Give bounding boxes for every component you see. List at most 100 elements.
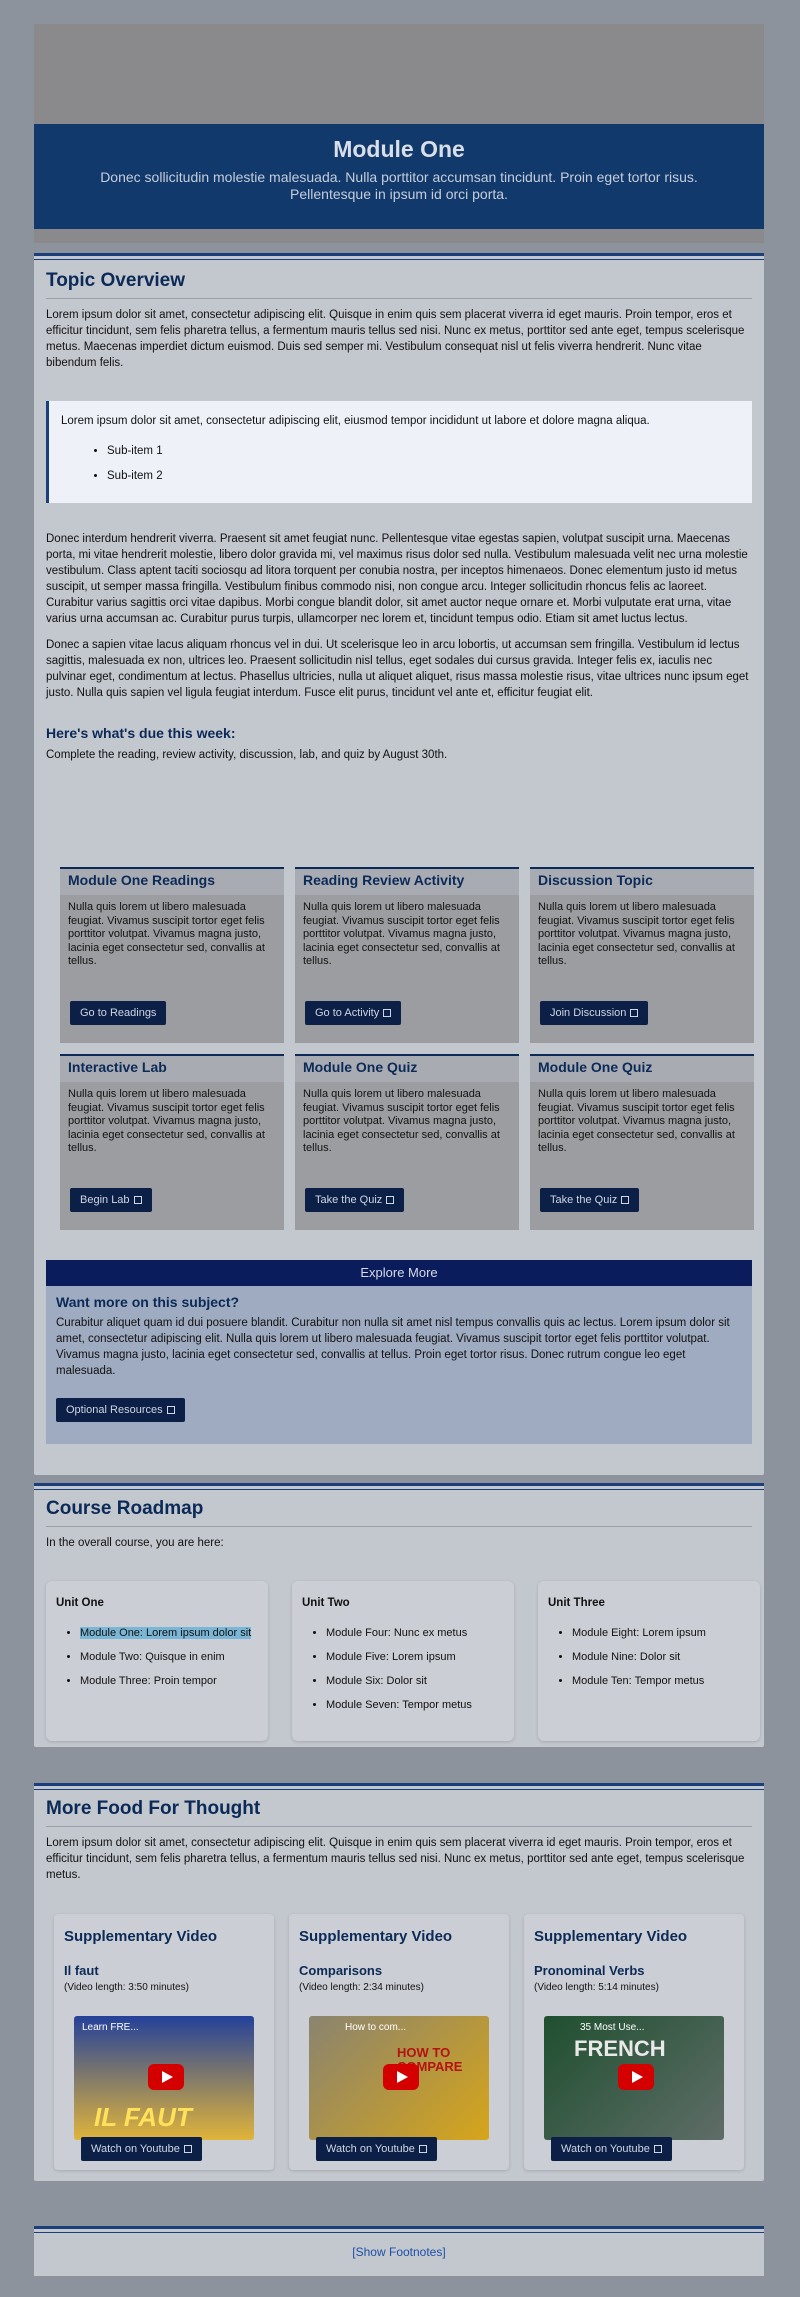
section-heading: Topic Overview [46, 270, 186, 291]
roadmap-intro: In the overall course, you are here: [46, 1537, 224, 1549]
tile-title: Module One Readings [60, 869, 284, 895]
unit-title: Unit One [56, 1597, 104, 1609]
thumbnail-overlay-text: FRENCH [574, 2036, 666, 2061]
external-link-icon [418, 2145, 427, 2153]
unit-card: Unit One Module One: Lorem ipsum dolor s… [46, 1581, 268, 1741]
external-link-icon [383, 1009, 392, 1017]
video-length: (Video length: 3:50 minutes) [64, 1982, 189, 1993]
tile-title: Discussion Topic [530, 869, 754, 895]
unit-card: Unit Two Module Four: Nunc ex metus Modu… [292, 1581, 514, 1741]
tile-body: Nulla quis lorem ut libero malesuada feu… [303, 1088, 500, 1154]
tile-body: Nulla quis lorem ut libero malesuada feu… [68, 1088, 265, 1154]
list-item: Sub-item 1 [107, 439, 740, 464]
tile-title: Interactive Lab [60, 1056, 284, 1082]
go-to-activity-button[interactable]: Go to Activity [305, 1001, 402, 1025]
tile-body: Nulla quis lorem ut libero malesuada feu… [68, 901, 265, 967]
task-tile: Module One Quiz Nulla quis lorem ut libe… [295, 1054, 519, 1230]
tile-title: Reading Review Activity [295, 869, 519, 895]
module-banner: Module One Donec sollicitudin molestie m… [34, 124, 764, 229]
overview-paragraph: Donec a sapien vitae lacus aliquam rhonc… [46, 639, 749, 699]
overview-paragraph: Lorem ipsum dolor sit amet, consectetur … [46, 309, 745, 369]
play-icon [383, 2064, 419, 2090]
list-item: Module Ten: Tempor metus [572, 1669, 750, 1693]
watch-on-youtube-button[interactable]: Watch on Youtube [81, 2137, 202, 2161]
show-footnotes-link[interactable]: [Show Footnotes] [34, 2245, 764, 2259]
video-length: (Video length: 2:34 minutes) [299, 1982, 424, 1993]
list-item: Module Nine: Dolor sit [572, 1645, 750, 1669]
tile-title: Module One Quiz [295, 1056, 519, 1082]
task-tile: Discussion Topic Nulla quis lorem ut lib… [530, 867, 754, 1043]
thumbnail-overlay-text: IL FAUT [94, 2102, 192, 2132]
watch-on-youtube-button[interactable]: Watch on Youtube [316, 2137, 437, 2161]
banner-strip [34, 229, 764, 243]
video-subtitle: Il faut [64, 1963, 99, 1978]
play-icon [148, 2064, 184, 2090]
begin-lab-button[interactable]: Begin Lab [70, 1188, 152, 1212]
video-thumbnail[interactable]: 35 Most Use... FRENCH [544, 2016, 724, 2140]
list-item: Module Seven: Tempor metus [326, 1693, 504, 1717]
external-link-icon [630, 1009, 639, 1017]
food-body: Lorem ipsum dolor sit amet, consectetur … [46, 1837, 745, 1881]
thumbnail-caption: Learn FRE... [82, 2022, 139, 2033]
explore-more-box: Want more on this subject? Curabitur ali… [46, 1286, 752, 1444]
external-link-icon [386, 1196, 395, 1204]
tile-title: Module One Quiz [530, 1056, 754, 1082]
video-thumbnail[interactable]: Learn FRE... IL FAUT [74, 2016, 254, 2140]
video-card: Supplementary Video Comparisons (Video l… [289, 1914, 509, 2170]
explore-question: Want more on this subject? [56, 1294, 240, 1310]
list-item: Module Four: Nunc ex metus [326, 1621, 504, 1645]
unit-title: Unit Two [302, 1597, 350, 1609]
list-item: Sub-item 2 [107, 464, 740, 489]
take-quiz-button[interactable]: Take the Quiz [305, 1188, 405, 1212]
external-link-icon [166, 1406, 175, 1414]
task-tile: Module One Readings Nulla quis lorem ut … [60, 867, 284, 1043]
external-link-icon [621, 1196, 630, 1204]
list-item: Module Two: Quisque in enim [80, 1645, 258, 1669]
due-heading: Here's what's due this week: [46, 725, 236, 741]
watch-on-youtube-button[interactable]: Watch on Youtube [551, 2137, 672, 2161]
unit-title: Unit Three [548, 1597, 605, 1609]
take-quiz-button[interactable]: Take the Quiz [540, 1188, 640, 1212]
tile-body: Nulla quis lorem ut libero malesuada feu… [303, 901, 500, 967]
task-tile: Module One Quiz Nulla quis lorem ut libe… [530, 1054, 754, 1230]
video-thumbnail[interactable]: How to com... HOW TO COMPARE [309, 2016, 489, 2140]
tile-body: Nulla quis lorem ut libero malesuada feu… [538, 1088, 735, 1154]
section-heading: More Food For Thought [46, 1798, 261, 1819]
video-card-title: Supplementary Video [299, 1928, 453, 1945]
current-module: Module One: Lorem ipsum dolor sit [80, 1627, 252, 1639]
hero-image [34, 24, 764, 124]
list-item: Module One: Lorem ipsum dolor sit [80, 1621, 258, 1645]
join-discussion-button[interactable]: Join Discussion [540, 1001, 649, 1025]
overview-paragraph: Donec interdum hendrerit viverra. Praese… [46, 533, 748, 625]
callout-text: Lorem ipsum dolor sit amet, consectetur … [61, 415, 650, 427]
explore-more-header: Explore More [46, 1260, 752, 1286]
callout-box: Lorem ipsum dolor sit amet, consectetur … [46, 401, 752, 503]
task-tile: Reading Review Activity Nulla quis lorem… [295, 867, 519, 1043]
list-item: Module Eight: Lorem ipsum [572, 1621, 750, 1645]
page-title: Module One [333, 136, 465, 162]
task-tile: Interactive Lab Nulla quis lorem ut libe… [60, 1054, 284, 1230]
page-subtitle: Donec sollicitudin molestie malesuada. N… [100, 169, 698, 202]
video-length: (Video length: 5:14 minutes) [534, 1982, 659, 1993]
external-link-icon [183, 2145, 192, 2153]
optional-resources-button[interactable]: Optional Resources [56, 1398, 185, 1422]
list-item: Module Six: Dolor sit [326, 1669, 504, 1693]
tile-body: Nulla quis lorem ut libero malesuada feu… [538, 901, 735, 967]
list-item: Module Five: Lorem ipsum [326, 1645, 504, 1669]
thumbnail-caption: 35 Most Use... [580, 2022, 645, 2033]
external-link-icon [133, 1196, 142, 1204]
section-heading: Course Roadmap [46, 1498, 204, 1519]
go-to-readings-button[interactable]: Go to Readings [70, 1001, 167, 1025]
course-roadmap-section: Course Roadmap In the overall course, yo… [34, 1483, 764, 1747]
food-for-thought-section: More Food For Thought Lorem ipsum dolor … [34, 1783, 764, 2181]
list-item: Module Three: Proin tempor [80, 1669, 258, 1693]
play-icon [618, 2064, 654, 2090]
external-link-icon [653, 2145, 662, 2153]
due-text: Complete the reading, review activity, d… [46, 749, 448, 761]
explore-body: Curabitur aliquet quam id dui posuere bl… [56, 1317, 730, 1377]
video-card-title: Supplementary Video [64, 1928, 218, 1945]
video-subtitle: Pronominal Verbs [534, 1963, 645, 1978]
video-card: Supplementary Video Pronominal Verbs (Vi… [524, 1914, 744, 2170]
topic-overview-section: Topic Overview Lorem ipsum dolor sit ame… [34, 253, 764, 1475]
footer: [Show Footnotes] [34, 2226, 764, 2276]
